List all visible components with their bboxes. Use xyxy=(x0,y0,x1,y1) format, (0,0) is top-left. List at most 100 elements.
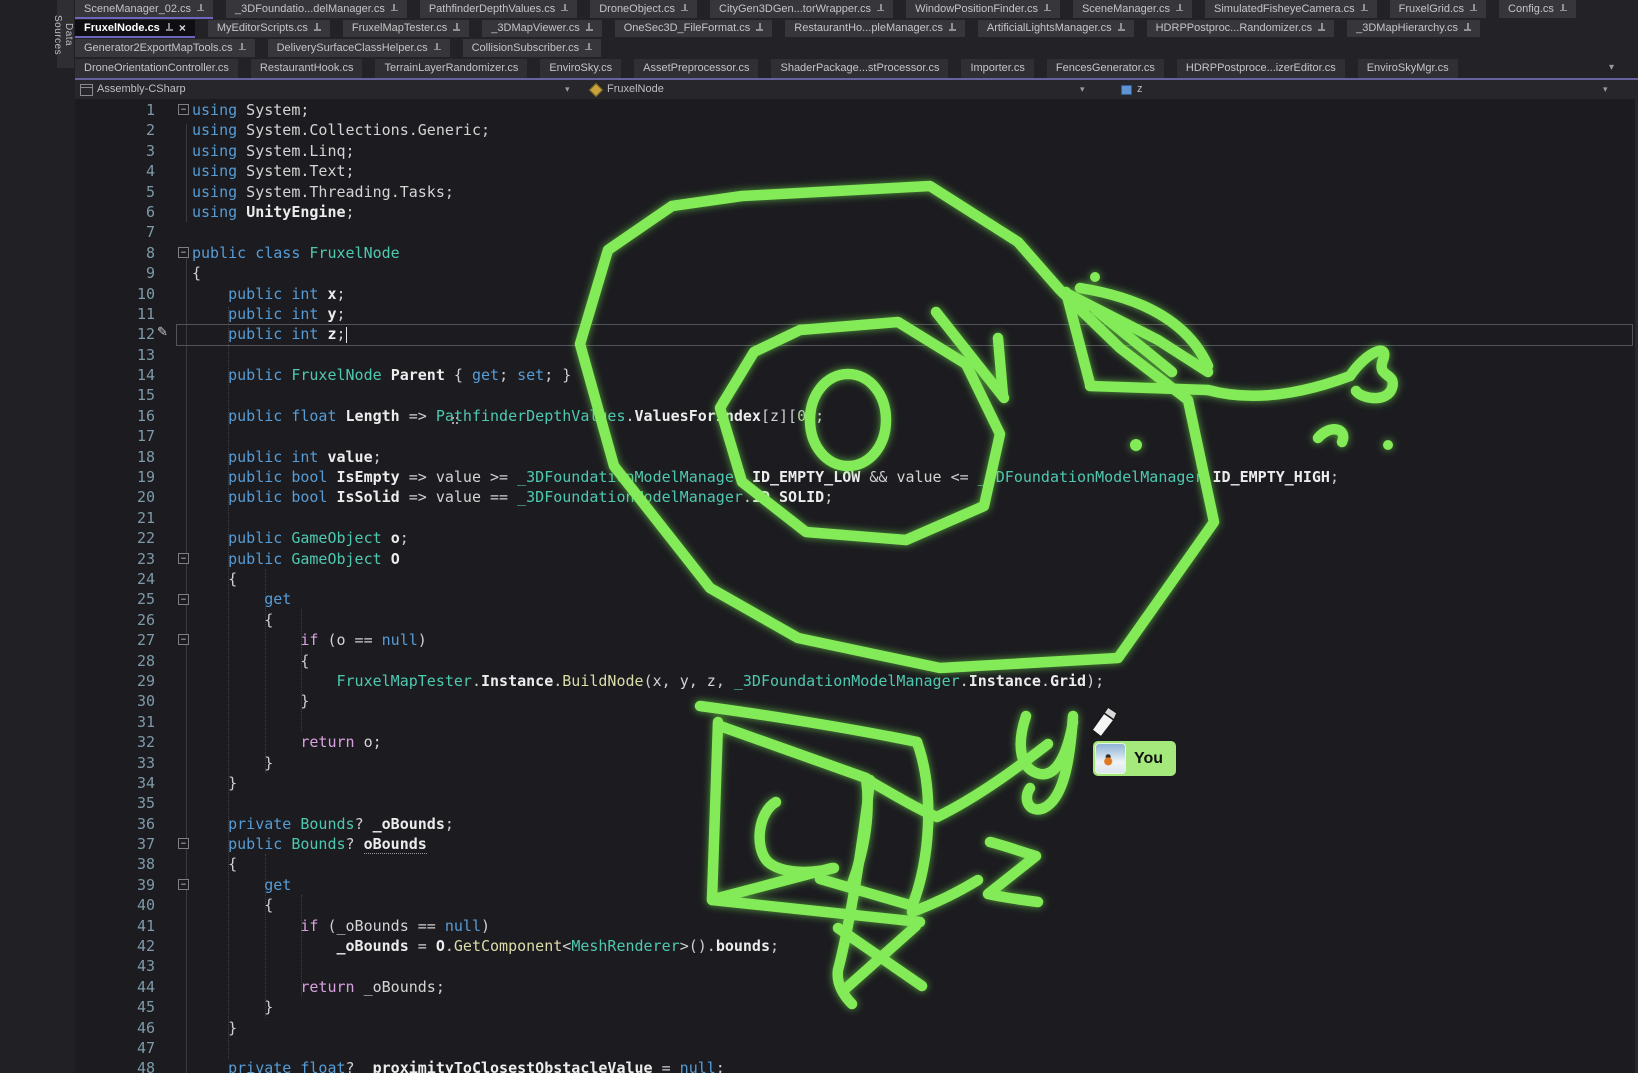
tab-envirosky-cs[interactable]: EnviroSky.cs xyxy=(540,59,621,78)
close-icon[interactable]: × xyxy=(179,23,186,33)
code-line[interactable]: 4using System.Text; xyxy=(75,161,1638,181)
code-line[interactable]: 6using UnityEngine; xyxy=(75,202,1638,222)
pin-icon[interactable] xyxy=(239,43,246,53)
fold-collapse-icon[interactable]: − xyxy=(178,879,189,890)
tab-fencesgenerator-cs[interactable]: FencesGenerator.cs xyxy=(1047,59,1164,78)
code-line[interactable]: 30 } xyxy=(75,691,1638,711)
tab-onesec3d-fileformat-cs[interactable]: OneSec3D_FileFormat.cs xyxy=(615,20,773,38)
pin-icon[interactable] xyxy=(1118,23,1125,33)
tab-importer-cs[interactable]: Importer.cs xyxy=(961,59,1033,78)
tab-hdrppostproce-izereditor-cs[interactable]: HDRPPostproce...izerEditor.cs xyxy=(1177,59,1345,78)
fold-collapse-icon[interactable]: − xyxy=(178,247,189,258)
tab-shaderpackage-stprocessor-cs[interactable]: ShaderPackage...stProcessor.cs xyxy=(771,59,948,78)
tab-myeditorscripts-cs[interactable]: MyEditorScripts.cs xyxy=(208,20,330,38)
tab-overflow-icon[interactable]: ▾ xyxy=(1609,62,1614,73)
code-line[interactable]: 39 get xyxy=(75,875,1638,895)
tab-windowpositionfinder-cs[interactable]: WindowPositionFinder.cs xyxy=(906,0,1060,18)
tab-simulatedfisheyecamera-cs[interactable]: SimulatedFisheyeCamera.cs xyxy=(1205,0,1377,18)
pin-icon[interactable] xyxy=(1044,4,1051,14)
code-line[interactable]: 16 public float Length => PathfinderDept… xyxy=(75,406,1638,426)
pin-icon[interactable] xyxy=(1361,4,1368,14)
tab--3dfoundatio-delmanager-cs[interactable]: _3DFoundatio...delManager.cs xyxy=(226,0,407,18)
tab-droneorientationcontroller-cs[interactable]: DroneOrientationController.cs xyxy=(75,59,238,78)
code-line[interactable]: 31 xyxy=(75,712,1638,732)
code-line[interactable]: 36 private Bounds? _oBounds; xyxy=(75,814,1638,834)
tab-fruxelmaptester-cs[interactable]: FruxelMapTester.cs xyxy=(343,20,469,38)
pin-icon[interactable] xyxy=(314,23,321,33)
code-line[interactable]: 45 } xyxy=(75,997,1638,1017)
fold-collapse-icon[interactable]: − xyxy=(178,594,189,605)
pin-icon[interactable] xyxy=(166,23,173,33)
tab-scenemanager-02-cs[interactable]: SceneManager_02.cs xyxy=(75,0,213,18)
fold-collapse-icon[interactable]: − xyxy=(178,838,189,849)
pin-icon[interactable] xyxy=(877,4,884,14)
data-sources-vertical-tab[interactable]: Data Sources xyxy=(57,0,74,68)
code-line[interactable]: 46 } xyxy=(75,1018,1638,1038)
pin-icon[interactable] xyxy=(1318,23,1325,33)
pin-icon[interactable] xyxy=(1560,4,1567,14)
tab-artificiallightsmanager-cs[interactable]: ArtificialLightsManager.cs xyxy=(978,20,1134,38)
code-line[interactable]: 11 public int y; xyxy=(75,304,1638,324)
tab--3dmapviewer-cs[interactable]: _3DMapViewer.cs xyxy=(482,20,601,38)
pin-icon[interactable] xyxy=(585,43,592,53)
code-line[interactable]: 5using System.Threading.Tasks; xyxy=(75,182,1638,202)
tab-hdrppostproc-randomizer-cs[interactable]: HDRPPostproc...Randomizer.cs xyxy=(1147,20,1335,38)
code-line[interactable]: 10 public int x; xyxy=(75,284,1638,304)
pin-icon[interactable] xyxy=(1464,23,1471,33)
pin-icon[interactable] xyxy=(1470,4,1477,14)
tab-terrainlayerrandomizer-cs[interactable]: TerrainLayerRandomizer.cs xyxy=(375,59,527,78)
code-line[interactable]: 35 xyxy=(75,793,1638,813)
chevron-down-icon[interactable]: ▾ xyxy=(1603,84,1608,95)
code-line[interactable]: 2using System.Collections.Generic; xyxy=(75,120,1638,140)
code-line[interactable]: 17 xyxy=(75,426,1638,446)
pin-icon[interactable] xyxy=(434,43,441,53)
tab-collisionsubscriber-cs[interactable]: CollisionSubscriber.cs xyxy=(463,39,602,57)
tab-restauranthook-cs[interactable]: RestaurantHook.cs xyxy=(251,59,363,78)
code-editor[interactable]: 1using System;2using System.Collections.… xyxy=(75,99,1638,1073)
tab-generator2exportmaptools-cs[interactable]: Generator2ExportMapTools.cs xyxy=(75,39,255,57)
tab-config-cs[interactable]: Config.cs xyxy=(1499,0,1576,18)
code-line[interactable]: 24 { xyxy=(75,569,1638,589)
code-line[interactable]: 9{ xyxy=(75,263,1638,283)
code-line[interactable]: 27 if (o == null) xyxy=(75,630,1638,650)
code-line[interactable]: 33 } xyxy=(75,753,1638,773)
tab-enviroskymgr-cs[interactable]: EnviroSkyMgr.cs xyxy=(1358,59,1458,78)
code-line[interactable]: 22 public GameObject o; xyxy=(75,528,1638,548)
pin-icon[interactable] xyxy=(561,4,568,14)
code-line[interactable]: 42 _oBounds = O.GetComponent<MeshRendere… xyxy=(75,936,1638,956)
code-line[interactable]: 41 if (_oBounds == null) xyxy=(75,916,1638,936)
code-line[interactable]: 25 get xyxy=(75,589,1638,609)
tab-droneobject-cs[interactable]: DroneObject.cs xyxy=(590,0,697,18)
chevron-down-icon[interactable]: ▾ xyxy=(565,84,570,95)
pin-icon[interactable] xyxy=(391,4,398,14)
code-line[interactable]: 1using System; xyxy=(75,100,1638,120)
breadcrumb-type[interactable]: FruxelNode xyxy=(607,83,664,95)
code-line[interactable]: 18 public int value; xyxy=(75,447,1638,467)
chevron-down-icon[interactable]: ▾ xyxy=(1080,84,1085,95)
code-line[interactable]: 32 return o; xyxy=(75,732,1638,752)
code-line[interactable]: 44 return _oBounds; xyxy=(75,977,1638,997)
code-line[interactable]: 15 xyxy=(75,385,1638,405)
tab-fruxelgrid-cs[interactable]: FruxelGrid.cs xyxy=(1390,0,1486,18)
pin-icon[interactable] xyxy=(756,23,763,33)
code-line[interactable]: 40 { xyxy=(75,895,1638,915)
tab--3dmaphierarchy-cs[interactable]: _3DMapHierarchy.cs xyxy=(1347,20,1480,38)
pin-icon[interactable] xyxy=(949,23,956,33)
code-line[interactable]: 3using System.Linq; xyxy=(75,141,1638,161)
tab-assetpreprocessor-cs[interactable]: AssetPreprocessor.cs xyxy=(634,59,758,78)
code-line[interactable]: 13 xyxy=(75,345,1638,365)
fold-collapse-icon[interactable]: − xyxy=(178,634,189,645)
tab-pathfinderdepthvalues-cs[interactable]: PathfinderDepthValues.cs xyxy=(420,0,577,18)
code-line[interactable]: 29 FruxelMapTester.Instance.BuildNode(x,… xyxy=(75,671,1638,691)
code-line[interactable]: 37 public Bounds? oBounds xyxy=(75,834,1638,854)
code-line[interactable]: 12 public int z; xyxy=(75,324,1638,344)
code-line[interactable]: 47 xyxy=(75,1038,1638,1058)
tab-restaurantho-plemanager-cs[interactable]: RestaurantHo...pleManager.cs xyxy=(785,20,965,38)
tab-citygen3dgen-torwrapper-cs[interactable]: CityGen3DGen...torWrapper.cs xyxy=(710,0,893,18)
code-line[interactable]: 34 } xyxy=(75,773,1638,793)
fold-collapse-icon[interactable]: − xyxy=(178,104,189,115)
pin-icon[interactable] xyxy=(1176,4,1183,14)
fold-collapse-icon[interactable]: − xyxy=(178,553,189,564)
code-line[interactable]: 28 { xyxy=(75,651,1638,671)
pin-icon[interactable] xyxy=(197,4,204,14)
